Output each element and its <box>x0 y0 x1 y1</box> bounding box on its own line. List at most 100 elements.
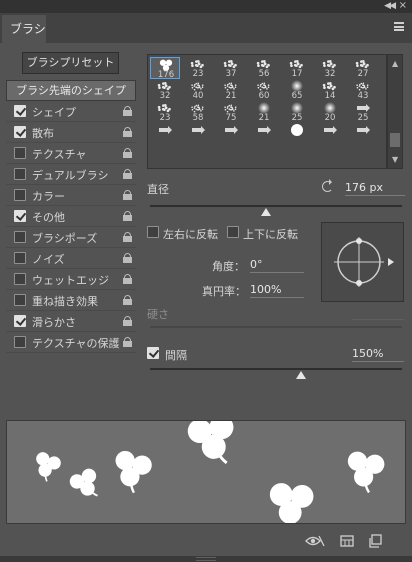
sidebar-item-checkbox[interactable] <box>14 105 26 117</box>
lock-icon[interactable] <box>123 316 132 326</box>
panel-resize-handle[interactable] <box>0 556 412 562</box>
scroll-down-icon[interactable]: ▼ <box>392 155 398 164</box>
flip-y-label: 上下に反転 <box>243 228 298 241</box>
collapse-panel-icon[interactable]: ◀◀ <box>384 1 396 11</box>
brush-tip-cell[interactable]: 60 <box>249 79 279 101</box>
sidebar-item-checkbox[interactable] <box>14 252 26 264</box>
sidebar-item[interactable]: テクスチャ <box>6 143 136 164</box>
tab-brush[interactable]: ブラシ <box>2 15 46 43</box>
brush-tip-size: 25 <box>357 113 369 123</box>
roundness-value[interactable]: 100% <box>250 283 304 298</box>
brush-tip-grid[interactable]: 176 23 37 56 17 32 27 32 40 21 60 65 14 43 23 58 75 21 25 2… <box>147 54 387 169</box>
lock-icon[interactable] <box>123 274 132 284</box>
spacing-slider-knob[interactable] <box>296 371 307 379</box>
brush-tip-cell[interactable]: 23 <box>150 101 180 123</box>
panel-menu-icon[interactable] <box>394 22 404 31</box>
lock-icon[interactable] <box>123 253 132 263</box>
brush-tip-cell[interactable] <box>282 123 312 145</box>
lock-icon[interactable] <box>123 232 132 242</box>
lock-icon[interactable] <box>123 295 132 305</box>
sidebar-item[interactable]: カラー <box>6 185 136 206</box>
sidebar-item-checkbox[interactable] <box>14 273 26 285</box>
brush-tip-cell[interactable] <box>348 123 378 145</box>
sidebar-item[interactable]: シェイプ <box>6 101 136 122</box>
sidebar-item-checkbox[interactable] <box>14 231 26 243</box>
lock-icon[interactable] <box>123 190 132 200</box>
brush-tip-cell[interactable]: 58 <box>183 101 213 123</box>
sidebar-item[interactable]: テクスチャの保護 <box>6 332 136 353</box>
lock-icon[interactable] <box>123 106 132 116</box>
sidebar-item-brush-tip-shape[interactable]: ブラシ先端のシェイプ <box>6 80 136 101</box>
brush-tip-cell[interactable]: 65 <box>282 79 312 101</box>
brush-tip-cell[interactable]: 56 <box>249 57 279 79</box>
lock-icon[interactable] <box>123 148 132 158</box>
brush-tip-cell[interactable] <box>150 123 180 145</box>
angle-roundness-widget[interactable] <box>321 222 404 302</box>
brush-tip-cell[interactable] <box>216 123 246 145</box>
brush-grid-scrollbar[interactable]: ▲ ▼ <box>387 54 403 169</box>
brush-tip-cell[interactable] <box>183 123 213 145</box>
angle-value[interactable]: 0° <box>250 258 304 273</box>
brush-tip-cell[interactable]: 75 <box>216 101 246 123</box>
brush-tip-size: 23 <box>192 69 204 79</box>
sidebar-item[interactable]: その他 <box>6 206 136 227</box>
flip-y-checkbox[interactable] <box>227 226 239 238</box>
flip-x-checkbox[interactable] <box>147 226 159 238</box>
sidebar-item[interactable]: 滑らかさ <box>6 311 136 332</box>
sidebar-item[interactable]: ウェットエッジ <box>6 269 136 290</box>
spacing-checkbox[interactable] <box>147 347 159 359</box>
diameter-value[interactable]: 176 px <box>345 181 405 196</box>
brush-tip-cell[interactable] <box>249 123 279 145</box>
sidebar-item-checkbox[interactable] <box>14 315 26 327</box>
scroll-thumb[interactable] <box>390 133 400 147</box>
sidebar-item-checkbox[interactable] <box>14 336 26 348</box>
sidebar-item[interactable]: デュアルブラシ <box>6 164 136 185</box>
brush-tip-cell[interactable]: 17 <box>282 57 312 79</box>
brush-tip-cell[interactable]: 43 <box>348 79 378 101</box>
brush-tip-cell[interactable]: 176 <box>150 57 180 80</box>
brush-tip-cell[interactable]: 37 <box>216 57 246 79</box>
lock-icon[interactable] <box>123 211 132 221</box>
brush-tip-cell[interactable]: 27 <box>348 57 378 79</box>
sidebar-item[interactable]: ブラシポーズ <box>6 227 136 248</box>
brush-preset-button[interactable]: ブラシプリセット <box>22 52 119 74</box>
brush-tip-cell[interactable]: 20 <box>315 101 345 123</box>
brush-tip-cell[interactable]: 32 <box>315 57 345 79</box>
sidebar-item-label: 散布 <box>32 127 54 140</box>
lock-icon[interactable] <box>123 127 132 137</box>
sidebar-item-checkbox[interactable] <box>14 294 26 306</box>
lock-icon[interactable] <box>123 337 132 347</box>
diameter-slider-knob[interactable] <box>260 208 271 216</box>
brush-tip-size: 37 <box>225 69 237 79</box>
angle-widget-graphic <box>334 237 394 287</box>
sidebar-item-checkbox[interactable] <box>14 147 26 159</box>
spacing-slider-track[interactable] <box>150 368 402 370</box>
toggle-visibility-icon[interactable] <box>305 534 325 548</box>
brush-tip-cell[interactable]: 14 <box>315 79 345 101</box>
brush-tip-cell[interactable]: 23 <box>183 57 213 79</box>
reset-size-icon[interactable] <box>322 179 333 192</box>
spacing-value[interactable]: 150% <box>352 347 404 362</box>
brush-tip-cell[interactable]: 40 <box>183 79 213 101</box>
brush-tip-cell[interactable]: 21 <box>216 79 246 101</box>
sidebar-item[interactable]: 散布 <box>6 122 136 143</box>
brush-tip-cell[interactable]: 25 <box>348 101 378 123</box>
sidebar-item[interactable]: ノイズ <box>6 248 136 269</box>
brush-tip-cell[interactable]: 25 <box>282 101 312 123</box>
brush-tip-cell[interactable]: 21 <box>249 101 279 123</box>
spacing-label: 間隔 <box>165 349 187 362</box>
scroll-up-icon[interactable]: ▲ <box>392 59 398 68</box>
sidebar-item-checkbox[interactable] <box>14 126 26 138</box>
close-panel-icon[interactable]: × <box>399 0 407 11</box>
grid-panel-icon[interactable] <box>340 534 354 548</box>
diameter-slider-track[interactable] <box>150 205 402 207</box>
sidebar-item-label: その他 <box>32 211 65 224</box>
sidebar-item-checkbox[interactable] <box>14 168 26 180</box>
sidebar-item-checkbox[interactable] <box>14 210 26 222</box>
sidebar-item-checkbox[interactable] <box>14 189 26 201</box>
sidebar-item[interactable]: 重ね描き効果 <box>6 290 136 311</box>
brush-tip-cell[interactable]: 32 <box>150 79 180 101</box>
brush-tip-cell[interactable] <box>315 123 345 145</box>
new-preset-icon[interactable] <box>369 534 383 548</box>
lock-icon[interactable] <box>123 169 132 179</box>
